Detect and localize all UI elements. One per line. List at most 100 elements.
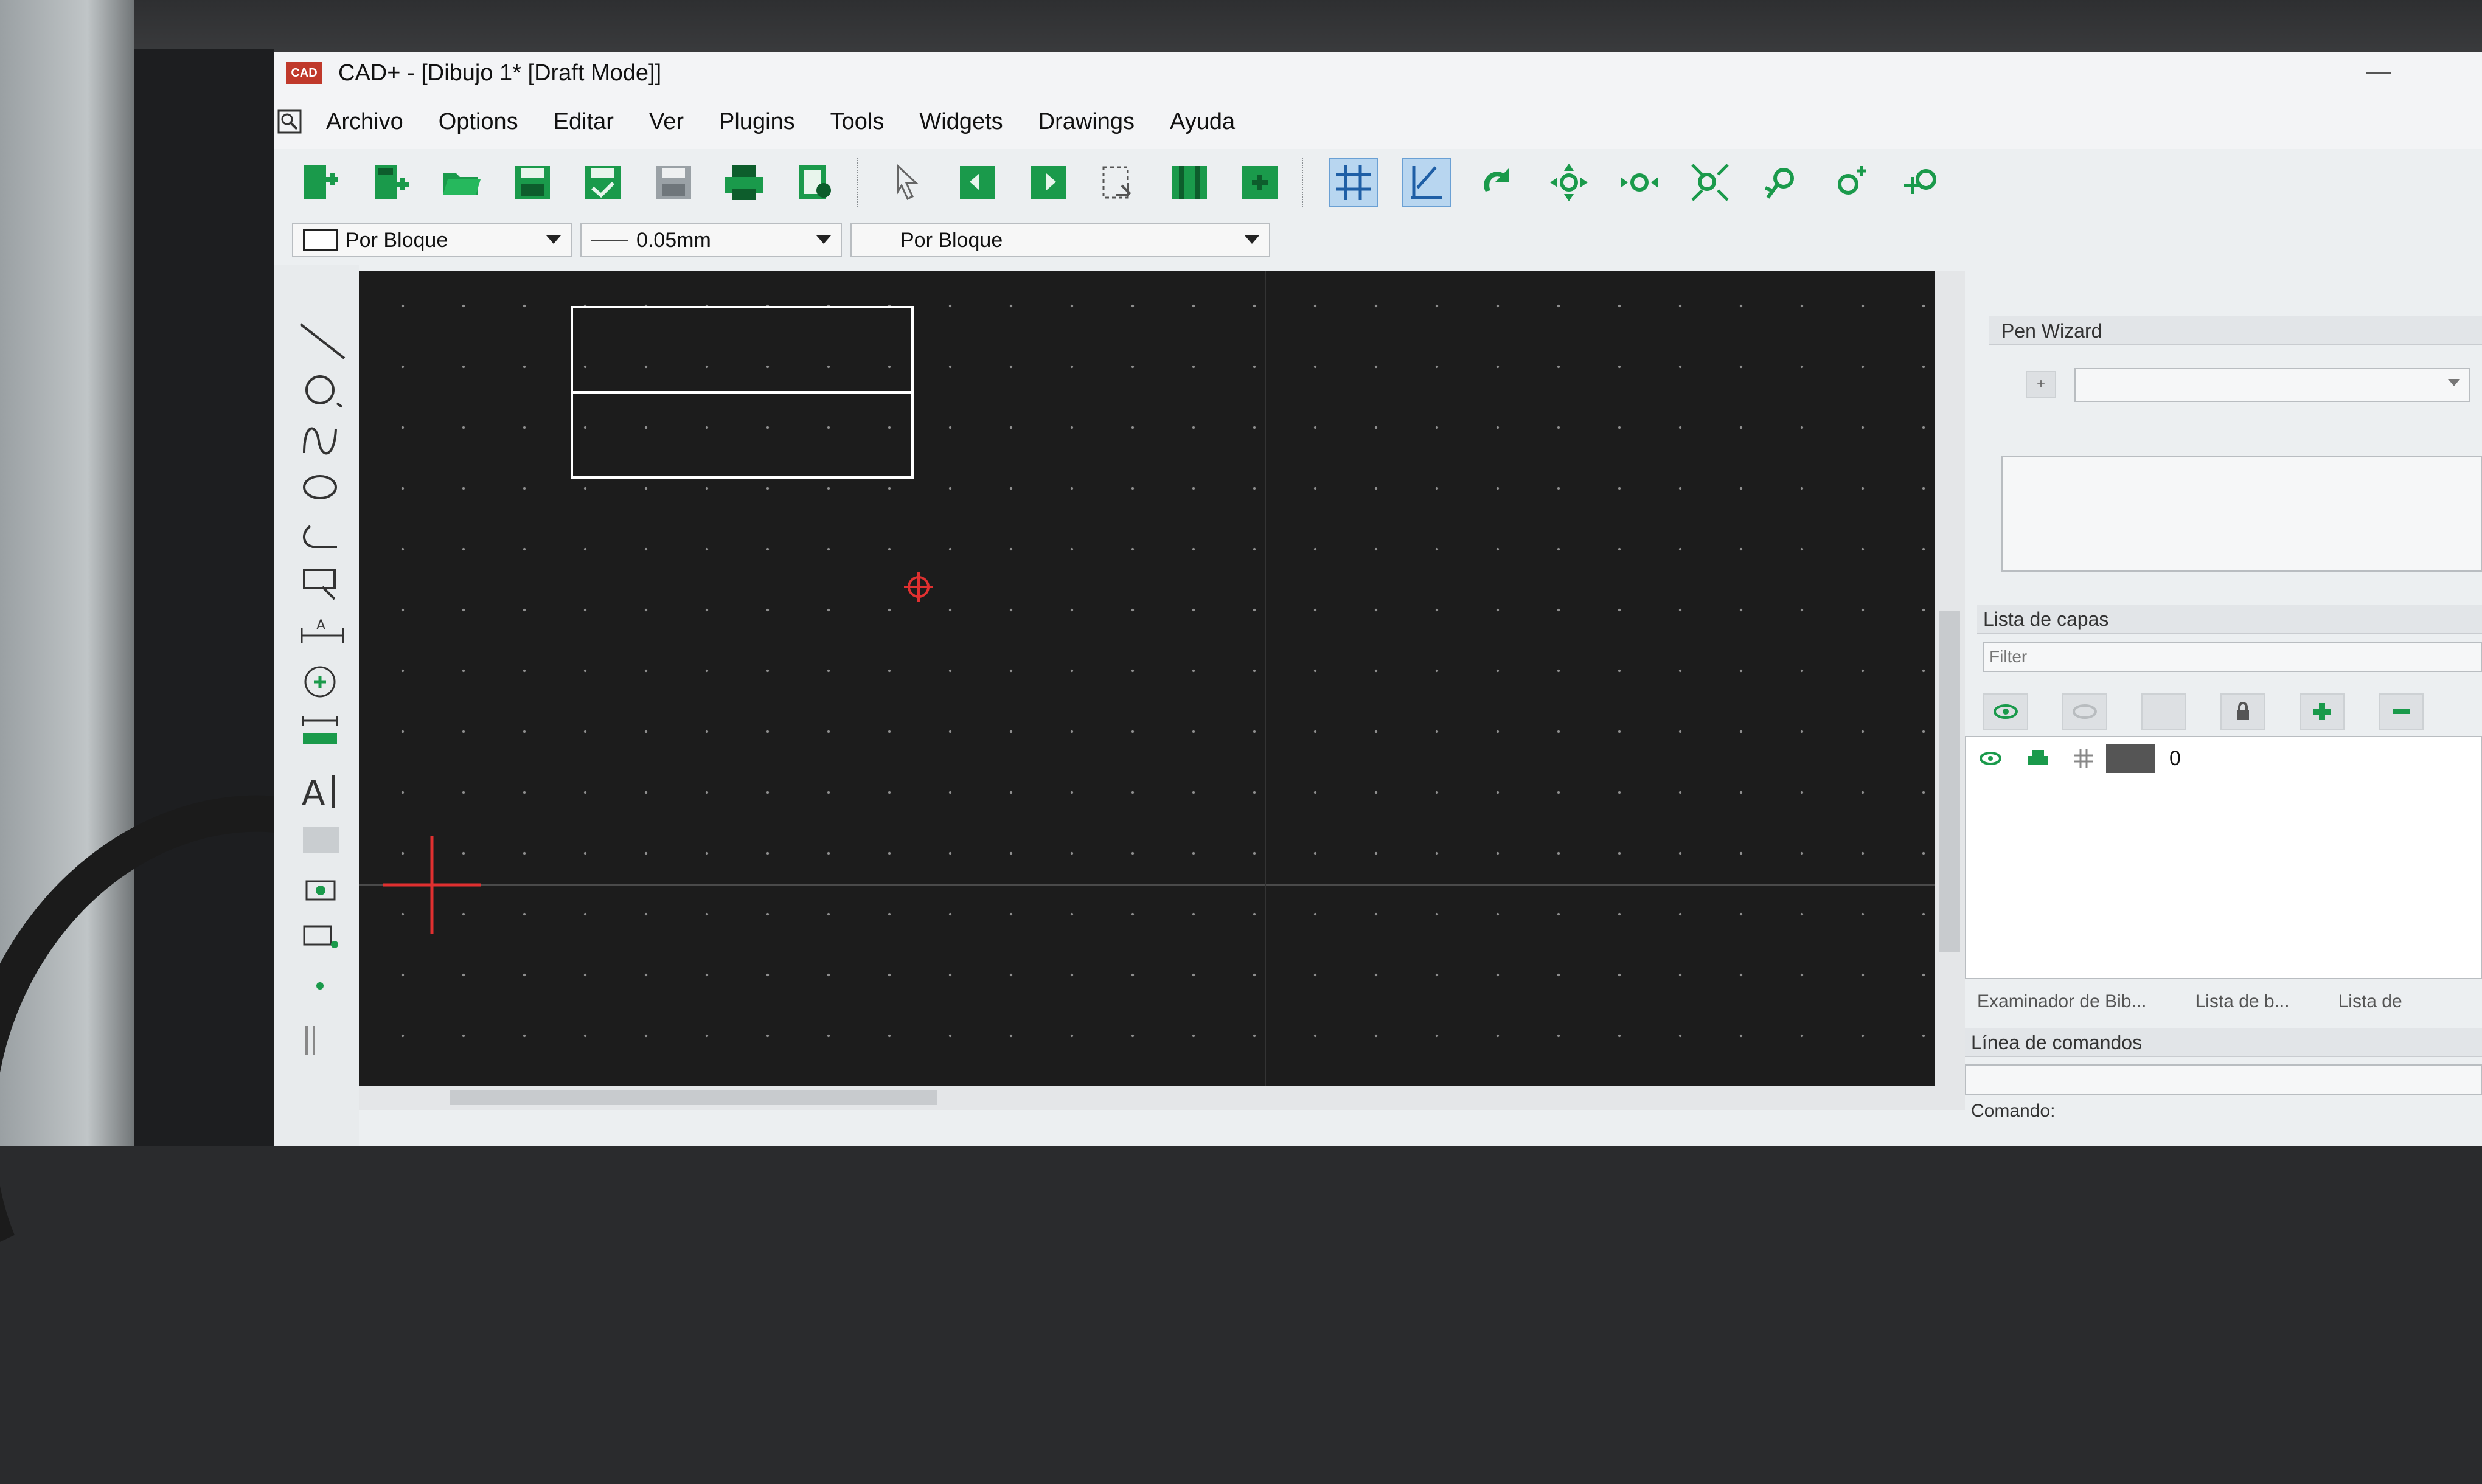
line-tool-icon[interactable]	[298, 319, 347, 363]
drawing-canvas[interactable]	[359, 271, 1934, 1086]
hide-all-layers-button[interactable]	[2062, 693, 2107, 730]
select-tool-icon[interactable]	[298, 563, 347, 606]
grid-icon[interactable]	[2073, 748, 2094, 769]
remove-layer-icon[interactable]	[2379, 693, 2424, 730]
block-tool-icon[interactable]	[298, 915, 347, 959]
save-all-icon[interactable]	[650, 159, 697, 206]
layer-row[interactable]: 0	[1978, 743, 2181, 774]
zoom-window-icon[interactable]	[1686, 159, 1734, 206]
menu-tools[interactable]: Tools	[830, 109, 885, 135]
zoom-pan-icon[interactable]	[1545, 159, 1593, 206]
block-open-icon[interactable]	[1166, 159, 1213, 206]
menu-ayuda[interactable]: Ayuda	[1170, 109, 1235, 135]
text-tool-icon[interactable]: A	[298, 769, 347, 813]
open-folder-icon[interactable]	[438, 159, 485, 206]
svg-text:A: A	[316, 618, 325, 633]
line-type-value: Por Bloque	[900, 228, 1003, 252]
circle-tool-icon[interactable]	[298, 368, 347, 412]
menu-plugins[interactable]: Plugins	[719, 109, 795, 135]
line-type-select[interactable]: Por Bloque	[850, 223, 1270, 257]
print-preview-icon[interactable]	[791, 159, 838, 206]
redraw-icon[interactable]	[1475, 159, 1522, 206]
menu-drawings[interactable]: Drawings	[1038, 109, 1135, 135]
menu-ver[interactable]: Ver	[649, 109, 684, 135]
svg-text:A: A	[302, 774, 325, 813]
chevron-down-icon	[546, 235, 561, 244]
grid-toggle-icon[interactable]	[1329, 158, 1378, 207]
chevron-down-icon	[1245, 235, 1259, 244]
spline-tool-icon[interactable]	[298, 417, 347, 460]
zoom-auto-icon[interactable]	[1616, 159, 1663, 206]
drawn-rectangle-bottom[interactable]	[571, 391, 914, 479]
layer-color-swatch[interactable]	[2106, 744, 2155, 773]
menu-options[interactable]: Options	[439, 109, 518, 135]
chevron-down-icon	[816, 235, 831, 244]
scrollbar-thumb[interactable]	[1939, 611, 1960, 952]
pen-add-label: +	[2036, 376, 2045, 392]
eye-icon[interactable]	[1978, 751, 2003, 766]
command-prompt[interactable]: Comando:	[1971, 1101, 2055, 1122]
zoom-previous-icon[interactable]	[1757, 159, 1804, 206]
zoom-in-icon[interactable]	[1827, 159, 1875, 206]
snap-marker	[904, 572, 933, 602]
add-layer-icon[interactable]	[2300, 693, 2345, 730]
line-width-icon	[591, 239, 628, 241]
monitor-bezel-top	[134, 0, 2482, 55]
unlock-layers-button[interactable]	[2141, 693, 2186, 730]
layers-filter-input[interactable]	[1983, 642, 2482, 672]
tool-palette: A A	[274, 265, 359, 1146]
minimize-button[interactable]: —	[2366, 58, 2391, 85]
new-file-icon[interactable]	[297, 159, 344, 206]
lock-icon[interactable]	[2220, 693, 2265, 730]
pen-add-button[interactable]: +	[2026, 371, 2056, 398]
color-value: Por Bloque	[346, 228, 448, 252]
search-icon[interactable]	[277, 109, 302, 134]
toolbar-separator-2	[1302, 158, 1305, 207]
paste-icon[interactable]	[1095, 159, 1142, 206]
title-bar: CAD CAD+ - [Dibujo 1* [Draft Mode]] —	[274, 52, 2482, 94]
menu-widgets[interactable]: Widgets	[919, 109, 1003, 135]
layers-list: 0	[1965, 736, 2482, 979]
pen-select[interactable]	[2074, 368, 2470, 402]
scrollbar-thumb[interactable]	[450, 1090, 937, 1105]
dimension-tool-icon[interactable]: A	[298, 611, 347, 655]
zoom-out-icon[interactable]	[1898, 159, 1945, 206]
layers-title: Lista de capas	[1983, 608, 2109, 630]
block-add-icon[interactable]	[1236, 159, 1284, 206]
image-tool-icon[interactable]	[298, 867, 347, 910]
point-tool-icon[interactable]	[298, 964, 347, 1008]
toolbar-separator	[857, 158, 860, 207]
cut-icon[interactable]	[954, 159, 1001, 206]
menu-editar[interactable]: Editar	[554, 109, 614, 135]
printer-icon[interactable]	[2027, 749, 2049, 768]
print-icon[interactable]	[720, 159, 768, 206]
color-select[interactable]: Por Bloque	[292, 223, 572, 257]
tab-block-list[interactable]: Lista de b...	[2195, 991, 2289, 1012]
app-window: CAD CAD+ - [Dibujo 1* [Draft Mode]] — Ar…	[274, 52, 2482, 1146]
show-all-layers-button[interactable]	[1983, 693, 2028, 730]
save-as-icon[interactable]	[579, 159, 627, 206]
tab-list[interactable]: Lista de	[2338, 991, 2402, 1012]
menu-bar: Archivo Options Editar Ver Plugins Tools…	[274, 94, 2482, 149]
select-pointer-icon[interactable]	[883, 159, 931, 206]
modify-tool-icon[interactable]	[298, 660, 347, 704]
measure-tool-icon[interactable]	[298, 709, 347, 752]
save-icon[interactable]	[509, 159, 556, 206]
tab-library-browser[interactable]: Examinador de Bib...	[1977, 991, 2146, 1012]
menu-archivo[interactable]: Archivo	[326, 109, 403, 135]
canvas-horizontal-scrollbar[interactable]	[359, 1086, 1965, 1110]
command-history	[1965, 1064, 2482, 1095]
app-icon[interactable]: CAD	[286, 62, 322, 84]
canvas-vertical-scrollbar[interactable]	[1934, 271, 1965, 1086]
main-toolbar	[274, 149, 2482, 216]
ellipse-tool-icon[interactable]	[298, 465, 347, 509]
drawn-rectangle-top[interactable]	[571, 306, 914, 394]
polyline-tool-icon[interactable]	[298, 514, 347, 558]
line-width-select[interactable]: 0.05mm	[580, 223, 842, 257]
more-tools-icon[interactable]	[298, 1019, 347, 1063]
hatch-tool-icon[interactable]	[298, 818, 347, 862]
copy-icon[interactable]	[1024, 159, 1072, 206]
draft-mode-icon[interactable]	[1402, 158, 1451, 207]
new-template-icon[interactable]	[367, 159, 415, 206]
crosshair-cursor	[383, 836, 481, 934]
